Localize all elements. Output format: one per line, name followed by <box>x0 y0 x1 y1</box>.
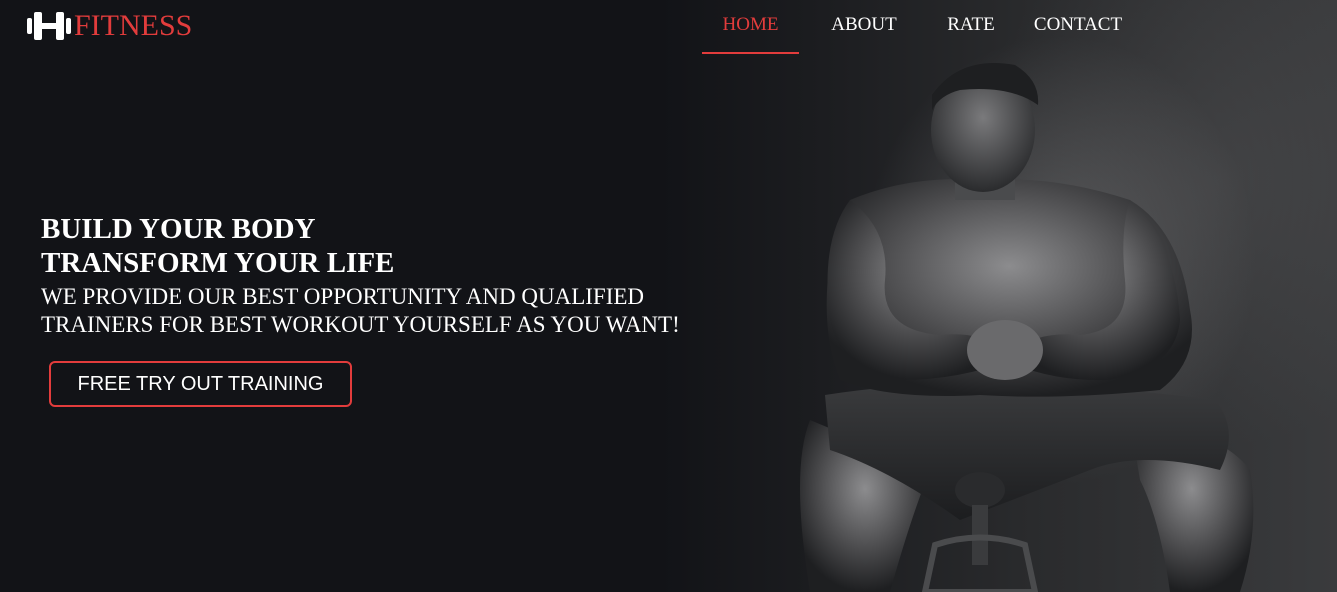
subline-line-1: WE PROVIDE OUR BEST OPPORTUNITY AND QUAL… <box>41 284 645 309</box>
nav-item-home[interactable]: HOME <box>702 0 799 54</box>
main-nav: HOME ABOUT RATE CONTACT <box>702 0 1143 54</box>
bodybuilder-photo <box>660 0 1337 592</box>
headline-line-1: BUILD YOUR BODY <box>41 213 316 245</box>
nav-item-rate[interactable]: RATE <box>929 0 1013 54</box>
hero-text: BUILD YOUR BODY TRANSFORM YOUR LIFE WE P… <box>41 212 761 339</box>
free-try-out-button[interactable]: FREE TRY OUT TRAINING <box>49 361 352 407</box>
brand-logo[interactable]: FITNESS <box>26 9 192 43</box>
nav-item-contact[interactable]: CONTACT <box>1013 0 1143 54</box>
dumbbell-h-icon <box>27 12 71 40</box>
headline-line-2: TRANSFORM YOUR LIFE <box>41 247 395 279</box>
nav-item-about[interactable]: ABOUT <box>799 0 929 54</box>
subline-line-2: TRAINERS FOR BEST WORKOUT YOURSELF AS YO… <box>41 312 680 337</box>
brand-name: FITNESS <box>74 9 193 42</box>
